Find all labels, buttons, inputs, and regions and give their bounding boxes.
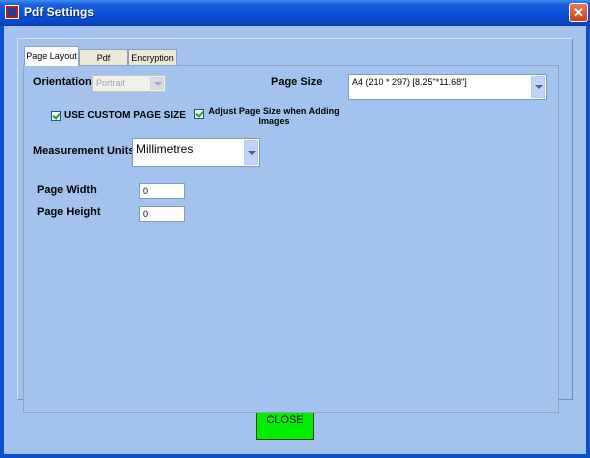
chevron-down-icon: [531, 76, 545, 98]
title-bar[interactable]: Pdf Settings ✕: [0, 0, 590, 26]
tab-page-layout[interactable]: Page Layout: [24, 46, 79, 66]
chevron-down-icon: [244, 140, 258, 165]
page-height-input[interactable]: 0: [139, 206, 185, 222]
page-size-label: Page Size: [271, 76, 323, 88]
page-width-label: Page Width: [37, 184, 97, 196]
adjust-page-size-checkbox[interactable]: [194, 109, 204, 119]
orientation-label: Orientation: [33, 76, 92, 88]
window-title: Pdf Settings: [24, 5, 95, 19]
chevron-down-icon: [150, 77, 164, 90]
page-size-select[interactable]: A4 (210 * 297) [8.25"*11.68"]: [348, 74, 547, 100]
adjust-page-size-label-line1: Adjust Page Size when Adding: [208, 106, 340, 116]
orientation-value: Portrait: [96, 78, 126, 88]
window-frame-bottom: [0, 454, 590, 458]
window-frame-right: [586, 26, 590, 458]
tab-encryption[interactable]: Encryption: [128, 49, 177, 65]
measurement-units-label: Measurement Units: [33, 145, 135, 157]
page-width-input[interactable]: 0: [139, 183, 185, 199]
app-icon: [5, 5, 19, 19]
page-height-label: Page Height: [37, 206, 101, 218]
tab-pdf-options[interactable]: Pdf Options: [79, 49, 128, 79]
window-client: Page Layout Pdf Options Encryption Orien…: [4, 26, 586, 454]
orientation-select[interactable]: Portrait: [92, 75, 166, 92]
window-close-button[interactable]: ✕: [569, 3, 588, 22]
custom-page-size-label: USE CUSTOM PAGE SIZE: [64, 110, 186, 121]
page-size-value: A4 (210 * 297) [8.25"*11.68"]: [352, 77, 467, 87]
measurement-units-select[interactable]: Millimetres: [132, 138, 260, 167]
custom-page-size-checkbox[interactable]: [51, 111, 61, 121]
adjust-page-size-label-line2: Images: [258, 116, 290, 126]
measurement-units-value: Millimetres: [136, 142, 194, 156]
adjust-page-size-label: Adjust Page Size when Adding Images: [204, 106, 344, 126]
